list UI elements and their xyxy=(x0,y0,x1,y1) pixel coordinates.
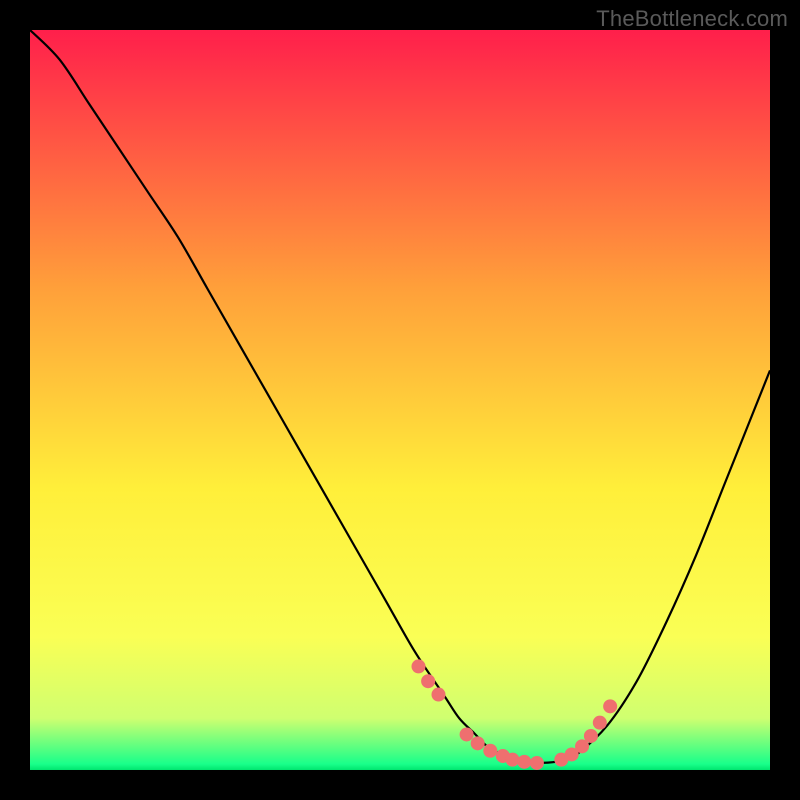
chart-container: TheBottleneck.com xyxy=(0,0,800,800)
highlight-point xyxy=(530,756,544,770)
highlight-point xyxy=(603,699,617,713)
highlight-point xyxy=(471,736,485,750)
highlight-point xyxy=(431,688,445,702)
highlight-point xyxy=(412,659,426,673)
gradient-background xyxy=(30,30,770,770)
highlight-point xyxy=(593,716,607,730)
chart-svg xyxy=(30,30,770,770)
watermark-label: TheBottleneck.com xyxy=(596,6,788,32)
plot-area xyxy=(30,30,770,770)
highlight-point xyxy=(505,753,519,767)
highlight-point xyxy=(584,729,598,743)
highlight-point xyxy=(483,744,497,758)
highlight-point xyxy=(421,674,435,688)
highlight-point xyxy=(460,727,474,741)
highlight-point xyxy=(517,755,531,769)
